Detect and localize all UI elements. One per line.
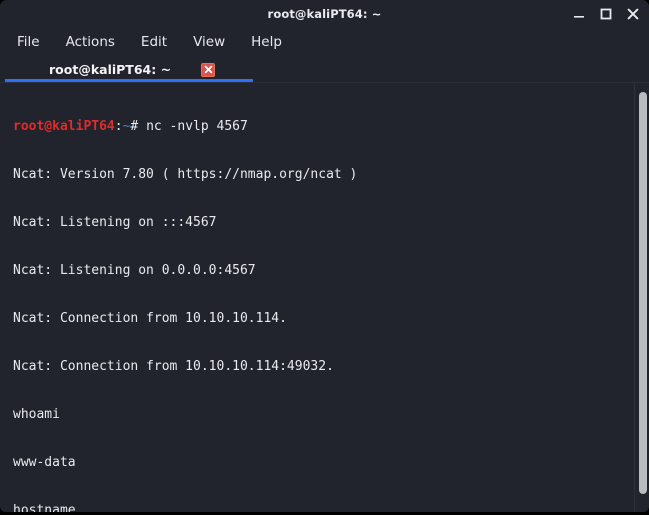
tab-bar: root@kaliPT64: ~: [0, 56, 649, 83]
terminal-line: Ncat: Version 7.80 ( https://nmap.org/nc…: [13, 167, 358, 182]
menu-item-actions[interactable]: Actions: [64, 33, 117, 51]
prompt-user-host: root@kaliPT64: [13, 119, 115, 134]
terminal-line: whoami: [13, 407, 60, 422]
minimize-icon[interactable]: [572, 7, 586, 21]
menu-item-help[interactable]: Help: [249, 33, 284, 51]
terminal-line: Ncat: Listening on 0.0.0.0:4567: [13, 263, 256, 278]
menu-item-view[interactable]: View: [191, 33, 227, 51]
close-icon[interactable]: [626, 7, 640, 21]
prompt-command: nc -nvlp 4567: [146, 119, 248, 134]
terminal-line: www-data: [13, 455, 76, 470]
tab-label: root@kaliPT64: ~: [49, 62, 172, 77]
window-title: root@kaliPT64: ~: [267, 7, 382, 21]
title-bar: root@kaliPT64: ~: [0, 0, 649, 28]
menu-item-edit[interactable]: Edit: [139, 33, 169, 51]
scrollbar-thumb[interactable]: [639, 92, 647, 494]
tab-close-icon[interactable]: [201, 62, 216, 77]
prompt-sigil: #: [130, 119, 147, 134]
menu-item-file[interactable]: File: [15, 33, 42, 51]
menu-bar: File Actions Edit View Help: [0, 28, 649, 56]
terminal-output: root@kaliPT64:~# nc -nvlp 4567 Ncat: Ver…: [0, 83, 649, 512]
window-controls: [572, 0, 640, 28]
terminal-line: hostname: [13, 503, 76, 512]
terminal-line: Ncat: Listening on :::4567: [13, 215, 217, 230]
terminal-line: Ncat: Connection from 10.10.10.114:49032…: [13, 359, 334, 374]
maximize-icon[interactable]: [599, 7, 613, 21]
terminal-prompt-line: root@kaliPT64:~# nc -nvlp 4567: [13, 119, 649, 135]
terminal-content-area[interactable]: root@kaliPT64:~# nc -nvlp 4567 Ncat: Ver…: [0, 83, 649, 512]
prompt-colon: :: [114, 119, 123, 134]
terminal-window: root@kaliPT64: ~ File Actions Edit View …: [0, 0, 649, 512]
terminal-scrollbar[interactable]: [634, 83, 649, 512]
terminal-line: Ncat: Connection from 10.10.10.114.: [13, 311, 287, 326]
